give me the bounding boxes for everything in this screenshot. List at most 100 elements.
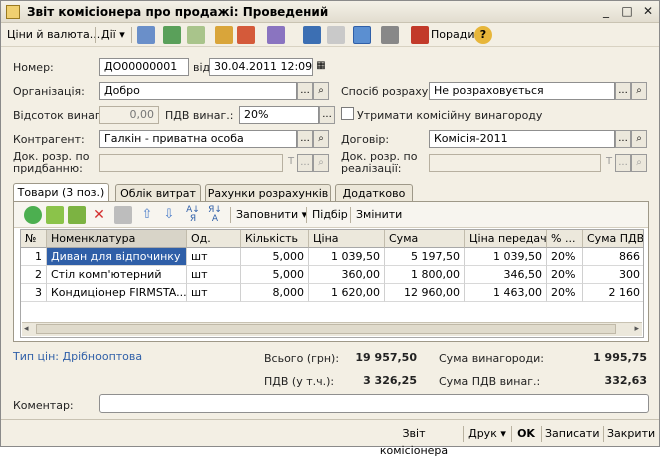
post-icon[interactable] — [137, 26, 155, 44]
col-vat-sum[interactable]: Сума ПДВ — [583, 230, 643, 248]
end-edit-icon[interactable] — [114, 206, 132, 224]
doc-sell-select-button[interactable]: ... — [615, 154, 631, 172]
save-button[interactable]: Записати — [545, 425, 599, 443]
move-up-icon[interactable]: ⇧ — [138, 206, 156, 224]
go-based-icon[interactable] — [267, 26, 285, 44]
withhold-checkbox[interactable] — [341, 107, 354, 120]
change-button[interactable]: Змінити — [356, 205, 402, 225]
col-price[interactable]: Ціна — [309, 230, 385, 248]
print-menu-button[interactable]: Друк ▾ — [467, 425, 507, 443]
scroll-thumb[interactable] — [36, 324, 616, 334]
search-icon[interactable]: ⌕ — [631, 154, 647, 172]
table-cell[interactable]: шт — [187, 284, 241, 302]
contract-select-button[interactable]: ... — [615, 130, 631, 148]
prices-currency-button[interactable]: Ціни й валюта... — [7, 25, 100, 45]
dt-kt-icon[interactable] — [303, 26, 321, 44]
table-cell[interactable]: 866 — [583, 248, 643, 266]
table-cell[interactable]: шт — [187, 266, 241, 284]
doc-buy-select-button[interactable]: ... — [297, 154, 313, 172]
calendar-icon[interactable]: ▦ — [313, 58, 329, 76]
structure-icon[interactable] — [215, 26, 233, 44]
search-icon[interactable]: ⌕ — [631, 82, 647, 100]
minimize-button[interactable]: _ — [597, 4, 615, 20]
add-row-icon[interactable] — [24, 206, 42, 224]
scroll-left-icon[interactable]: ◂ — [24, 324, 29, 334]
col-sum[interactable]: Сума — [385, 230, 465, 248]
table-cell[interactable]: Кондиціонер FIRMSTA... — [47, 284, 187, 302]
col-transfer-price[interactable]: Ціна передачі — [465, 230, 547, 248]
organization-field[interactable]: Добро — [99, 82, 297, 100]
tab-expenses[interactable]: Облік витрат — [115, 184, 201, 202]
search-icon[interactable]: ⌕ — [313, 130, 329, 148]
move-down-icon[interactable]: ⇩ — [160, 206, 178, 224]
organization-select-button[interactable]: ... — [297, 82, 313, 100]
fill-menu[interactable]: Заповнити ▾ — [236, 205, 307, 225]
list-icon[interactable] — [381, 26, 399, 44]
delete-row-icon[interactable]: ✕ — [90, 206, 108, 224]
col-unit[interactable]: Од. — [187, 230, 241, 248]
date-field[interactable]: 30.04.2011 12:09:09 — [209, 58, 313, 76]
search-icon[interactable]: ⌕ — [313, 154, 329, 172]
table-cell[interactable]: Стіл комп'ютерний — [47, 266, 187, 284]
table-cell[interactable]: 20% — [547, 284, 583, 302]
commissioner-report-button[interactable]: Звіт комісіонера — [369, 425, 459, 457]
hints-button[interactable]: Поради — [431, 25, 474, 45]
tab-additional[interactable]: Додатково — [335, 184, 413, 202]
contractor-field[interactable]: Галкін - приватна особа — [99, 130, 297, 148]
calc-method-field[interactable]: Не розраховується — [429, 82, 615, 100]
table-cell[interactable]: 360,00 — [309, 266, 385, 284]
search-icon[interactable]: ⌕ — [313, 82, 329, 100]
vat-select-button[interactable]: ... — [319, 106, 335, 124]
table-cell[interactable]: 20% — [547, 266, 583, 284]
table-cell[interactable]: 5,000 — [241, 266, 309, 284]
table-cell[interactable]: 1 800,00 — [385, 266, 465, 284]
help-icon[interactable]: ? — [474, 26, 492, 44]
tab-accounts[interactable]: Рахунки розрахунків — [205, 184, 331, 202]
table-settings-icon[interactable] — [353, 26, 371, 44]
table-cell[interactable]: 5,000 — [241, 248, 309, 266]
close-button[interactable]: Закрити — [607, 425, 655, 443]
sort-desc-icon[interactable]: Я↓ A — [206, 206, 224, 224]
number-field[interactable]: ДО00000001 — [99, 58, 189, 76]
copy-row-icon[interactable] — [46, 206, 64, 224]
pick-button[interactable]: Підбір — [312, 205, 348, 225]
maximize-button[interactable]: □ — [618, 4, 636, 20]
close-window-button[interactable]: ✕ — [639, 4, 657, 20]
scroll-right-icon[interactable]: ▸ — [634, 324, 639, 334]
contractor-select-button[interactable]: ... — [297, 130, 313, 148]
calc-method-select-button[interactable]: ... — [615, 82, 631, 100]
journal-icon[interactable] — [327, 26, 345, 44]
table-cell[interactable]: 346,50 — [465, 266, 547, 284]
search-icon[interactable]: ⌕ — [631, 130, 647, 148]
tab-goods[interactable]: Товари (3 поз.) — [13, 183, 109, 203]
percent-field[interactable]: 0,00 — [99, 106, 159, 124]
table-cell[interactable]: 1 039,50 — [309, 248, 385, 266]
sort-asc-icon[interactable]: A↓ Я — [184, 206, 202, 224]
horizontal-scrollbar[interactable]: ◂ ▸ — [22, 322, 642, 336]
vat-field[interactable]: 20% — [239, 106, 319, 124]
comment-field[interactable] — [99, 394, 649, 413]
copy-icon[interactable] — [187, 26, 205, 44]
table-cell[interactable]: 300 — [583, 266, 643, 284]
doc-sell-field[interactable] — [429, 154, 601, 172]
ok-button[interactable]: OK — [515, 425, 537, 443]
refresh-icon[interactable] — [163, 26, 181, 44]
actions-menu[interactable]: Дії ▾ — [101, 25, 125, 45]
table-cell[interactable]: 20% — [547, 248, 583, 266]
col-quantity[interactable]: Кількість — [241, 230, 309, 248]
table-cell[interactable]: шт — [187, 248, 241, 266]
table-cell[interactable]: 5 197,50 — [385, 248, 465, 266]
table-cell[interactable]: 12 960,00 — [385, 284, 465, 302]
table-cell[interactable]: 1 620,00 — [309, 284, 385, 302]
edit-row-icon[interactable] — [68, 206, 86, 224]
col-vat-rate[interactable]: % ... — [547, 230, 583, 248]
table-cell[interactable]: 1 463,00 — [465, 284, 547, 302]
col-nomenclature[interactable]: Номенклатура — [47, 230, 187, 248]
print-icon[interactable] — [237, 26, 255, 44]
price-type-link[interactable]: Тип цін: Дрібнооптова — [13, 350, 142, 363]
contract-field[interactable]: Комісія-2011 — [429, 130, 615, 148]
doc-buy-field[interactable] — [99, 154, 283, 172]
table-cell[interactable]: 8,000 — [241, 284, 309, 302]
table-cell[interactable]: 1 039,50 — [465, 248, 547, 266]
hints-icon[interactable] — [411, 26, 429, 44]
